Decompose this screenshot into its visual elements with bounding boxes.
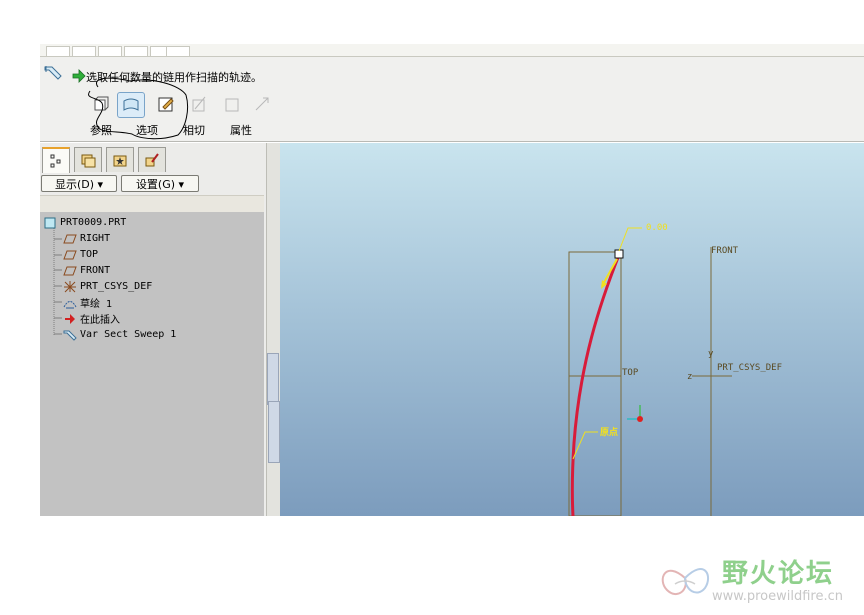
window-tab-strip xyxy=(40,44,864,57)
expand-handle[interactable] xyxy=(268,401,280,463)
window-tab[interactable] xyxy=(98,46,122,56)
datum-plane-icon xyxy=(62,264,77,277)
annotation-circle xyxy=(88,77,189,140)
model-tree: PRT0009.PRT RIGHT TOP FRONT PRT_CSYS_DEF… xyxy=(40,212,264,516)
model-tree-icon xyxy=(50,154,61,168)
axis-z-label: z xyxy=(687,372,692,382)
panel-splitter[interactable] xyxy=(266,143,281,516)
datum-label-front: FRONT xyxy=(711,246,739,256)
tree-item-front[interactable]: FRONT xyxy=(62,263,110,278)
tree-item-var-sect-sweep[interactable]: Var Sect Sweep 1 xyxy=(62,327,176,342)
tree-item-label: 草绘 1 xyxy=(80,299,113,310)
collapse-handle[interactable] xyxy=(267,353,279,405)
watermark-url: www.proewildfire.cn xyxy=(712,589,843,604)
tree-item-label: FRONT xyxy=(80,265,111,276)
window-tab[interactable] xyxy=(72,46,96,56)
window-tab[interactable] xyxy=(124,46,148,56)
tree-item-sketch[interactable]: 草绘 1 xyxy=(62,295,112,310)
tree-item-label: RIGHT xyxy=(80,233,111,244)
thicken-button[interactable] xyxy=(219,92,245,116)
datum-plane-icon xyxy=(62,232,77,245)
start-point-handle[interactable] xyxy=(614,249,624,259)
tree-item-label: PRT0009.PRT xyxy=(60,217,127,228)
trajectory-curve[interactable] xyxy=(570,254,621,516)
datum-label-top: TOP xyxy=(622,368,639,378)
tree-item-label: Var Sect Sweep 1 xyxy=(80,329,177,340)
tree-item-label: PRT_CSYS_DEF xyxy=(80,281,153,292)
sketch-icon xyxy=(62,296,77,309)
feature-dashboard: 选取任何数量的链用作扫描的轨迹。 参照 选项 相切 属性 xyxy=(40,57,864,142)
tree-item-part[interactable]: PRT0009.PRT xyxy=(42,215,126,230)
axis-y-label: y xyxy=(708,349,714,359)
csys-label: PRT_CSYS_DEF xyxy=(717,363,782,373)
window-tab[interactable] xyxy=(46,46,70,56)
tree-item-top[interactable]: TOP xyxy=(62,247,98,262)
insert-here-icon xyxy=(62,312,77,325)
trajectory-tag: 原点 xyxy=(600,426,618,438)
part-icon xyxy=(42,216,57,229)
watermark-logo-icon xyxy=(655,550,715,605)
datum-plane-top xyxy=(568,251,622,516)
tab-properties[interactable]: 属性 xyxy=(230,122,252,138)
datum-plane-icon xyxy=(62,248,77,261)
watermark-text: 野火论坛 xyxy=(722,559,835,589)
graphics-viewport[interactable]: 0.00 原点 FRONT TOP PRT_CSYS_DEF y z xyxy=(280,143,864,516)
settings-menu-button[interactable]: 设置(G) ▾ xyxy=(121,175,199,192)
show-menu-button[interactable]: 显示(D) ▾ xyxy=(41,175,117,192)
tree-item-label: TOP xyxy=(80,249,99,260)
tab-model-tree[interactable] xyxy=(42,147,70,173)
tab-connections[interactable] xyxy=(138,147,166,172)
model-tree-header xyxy=(40,195,264,213)
tab-folder-browser[interactable] xyxy=(74,147,102,172)
tree-item-csys[interactable]: PRT_CSYS_DEF xyxy=(62,279,152,294)
thicken-icon xyxy=(225,98,239,112)
direction-button[interactable] xyxy=(249,92,275,116)
window-tab[interactable] xyxy=(166,46,190,56)
tree-item-label: 在此插入 xyxy=(80,315,120,326)
direction-arrow-icon xyxy=(255,97,269,111)
tree-item-right[interactable]: RIGHT xyxy=(62,231,110,246)
start-value-label: 0.00 xyxy=(646,223,668,233)
tree-item-insert-here[interactable]: 在此插入 xyxy=(62,311,120,326)
favorites-icon xyxy=(113,155,127,167)
var-sect-sweep-icon xyxy=(62,328,77,341)
csys-icon xyxy=(62,280,77,293)
folder-icon xyxy=(81,154,96,168)
tab-favorites[interactable] xyxy=(106,147,134,172)
connections-icon xyxy=(145,153,159,167)
